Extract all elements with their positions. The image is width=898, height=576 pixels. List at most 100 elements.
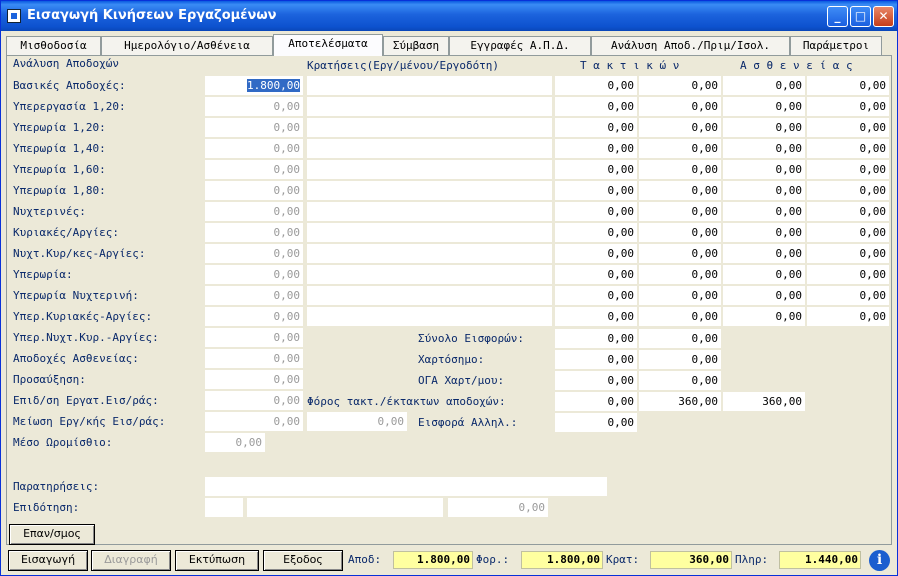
earning-amount-input[interactable]: 0,00	[205, 265, 303, 284]
deduction-description-field[interactable]	[307, 244, 552, 263]
recalculate-button[interactable]: Επαν/σμος	[9, 524, 95, 545]
deduction-amount-field[interactable]: 0,00	[723, 139, 805, 158]
earning-amount-input[interactable]: 0,00	[205, 328, 303, 347]
deduction-amount-field[interactable]: 0,00	[639, 181, 721, 200]
subsidy-description-input[interactable]	[247, 498, 443, 517]
deduction-amount-field[interactable]: 0,00	[807, 223, 889, 242]
stamp-regular[interactable]: 0,00	[555, 350, 637, 369]
deduction-amount-field[interactable]: 0,00	[639, 139, 721, 158]
close-button[interactable]: ✕	[873, 6, 894, 27]
print-button[interactable]: Εκτύπωση	[175, 550, 259, 571]
delete-button[interactable]: Διαγραφή	[91, 550, 171, 571]
earning-amount-input[interactable]: 0,00	[205, 118, 303, 137]
deduction-description-field[interactable]	[307, 160, 552, 179]
deduction-description-field[interactable]	[307, 286, 552, 305]
tab-calendar[interactable]: Ημερολόγιο/Ασθένεια	[101, 36, 273, 55]
earning-amount-input[interactable]: 0,00	[205, 391, 303, 410]
deduction-amount-field[interactable]: 0,00	[807, 118, 889, 137]
deduction-amount-field[interactable]: 0,00	[555, 244, 637, 263]
tab-payroll[interactable]: Μισθοδοσία	[6, 36, 101, 55]
earning-amount-input[interactable]: 0,00	[205, 370, 303, 389]
deduction-amount-field[interactable]: 0,00	[807, 97, 889, 116]
deduction-amount-field[interactable]: 0,00	[723, 223, 805, 242]
tab-parameters[interactable]: Παράμετροι	[790, 36, 882, 55]
title-bar[interactable]: Εισαγωγή Κινήσεων Εργαζομένων _ □ ✕	[1, 1, 897, 31]
tax-regular[interactable]: 0,00	[555, 392, 637, 411]
earning-amount-input[interactable]: 0,00	[205, 433, 265, 452]
deduction-amount-field[interactable]: 0,00	[807, 139, 889, 158]
deduction-amount-field[interactable]: 0,00	[639, 202, 721, 221]
tax-total[interactable]: 360,00	[723, 392, 805, 411]
deduction-description-field[interactable]	[307, 307, 552, 326]
stamp-sick[interactable]: 0,00	[639, 350, 721, 369]
tab-results[interactable]: Αποτελέσματα	[273, 34, 383, 56]
deduction-amount-field[interactable]: 0,00	[723, 244, 805, 263]
deduction-amount-field[interactable]: 0,00	[723, 97, 805, 116]
deduction-amount-field[interactable]: 0,00	[807, 244, 889, 263]
deduction-amount-field[interactable]: 0,00	[555, 97, 637, 116]
deduction-amount-field[interactable]: 0,00	[639, 286, 721, 305]
deduction-amount-field[interactable]: 0,00	[639, 160, 721, 179]
exit-button[interactable]: Εξοδος	[263, 550, 343, 571]
deduction-amount-field[interactable]: 0,00	[807, 160, 889, 179]
deduction-amount-field[interactable]: 0,00	[639, 223, 721, 242]
deduction-description-field[interactable]	[307, 223, 552, 242]
deduction-amount-field[interactable]: 0,00	[723, 181, 805, 200]
reduction-extra-field[interactable]: 0,00	[307, 412, 407, 431]
tax-extra[interactable]: 360,00	[639, 392, 721, 411]
deduction-description-field[interactable]	[307, 139, 552, 158]
tab-contract[interactable]: Σύμβαση	[383, 36, 449, 55]
tab-apd-records[interactable]: Εγγραφές Α.Π.Δ.	[449, 36, 591, 55]
remarks-input[interactable]	[205, 477, 607, 496]
deduction-amount-field[interactable]: 0,00	[555, 223, 637, 242]
deduction-description-field[interactable]	[307, 181, 552, 200]
tab-analysis[interactable]: Ανάλυση Αποδ./Πριμ/Ισολ.	[591, 36, 790, 55]
subsidy-amount-input[interactable]: 0,00	[448, 498, 548, 517]
deduction-amount-field[interactable]: 0,00	[723, 202, 805, 221]
deduction-amount-field[interactable]: 0,00	[555, 181, 637, 200]
earning-amount-input[interactable]: 0,00	[205, 223, 303, 242]
deduction-amount-field[interactable]: 0,00	[639, 265, 721, 284]
earning-amount-input[interactable]: 0,00	[205, 244, 303, 263]
oga-regular[interactable]: 0,00	[555, 371, 637, 390]
deduction-amount-field[interactable]: 0,00	[555, 265, 637, 284]
deduction-amount-field[interactable]: 0,00	[639, 118, 721, 137]
earning-amount-input[interactable]: 0,00	[205, 286, 303, 305]
deduction-description-field[interactable]	[307, 76, 552, 95]
deduction-amount-field[interactable]: 0,00	[807, 286, 889, 305]
solidarity-value[interactable]: 0,00	[555, 413, 637, 432]
subsidy-code-input[interactable]	[205, 498, 243, 517]
deduction-amount-field[interactable]: 0,00	[723, 265, 805, 284]
earning-amount-input[interactable]: 0,00	[205, 160, 303, 179]
deduction-description-field[interactable]	[307, 118, 552, 137]
earning-amount-input[interactable]: 0,00	[205, 349, 303, 368]
deduction-amount-field[interactable]: 0,00	[555, 139, 637, 158]
deduction-amount-field[interactable]: 0,00	[807, 76, 889, 95]
deduction-amount-field[interactable]: 0,00	[555, 160, 637, 179]
deduction-amount-field[interactable]: 0,00	[723, 286, 805, 305]
deduction-amount-field[interactable]: 0,00	[723, 160, 805, 179]
deduction-amount-field[interactable]: 0,00	[555, 76, 637, 95]
deduction-amount-field[interactable]: 0,00	[639, 97, 721, 116]
oga-sick[interactable]: 0,00	[639, 371, 721, 390]
earning-amount-input[interactable]: 0,00	[205, 412, 303, 431]
deduction-amount-field[interactable]: 0,00	[807, 181, 889, 200]
deduction-description-field[interactable]	[307, 265, 552, 284]
earning-amount-input[interactable]: 0,00	[205, 202, 303, 221]
deduction-amount-field[interactable]: 0,00	[723, 118, 805, 137]
deduction-description-field[interactable]	[307, 97, 552, 116]
deduction-amount-field[interactable]: 0,00	[555, 118, 637, 137]
earning-amount-input[interactable]: 0,00	[205, 307, 303, 326]
minimize-button[interactable]: _	[827, 6, 848, 27]
deduction-description-field[interactable]	[307, 202, 552, 221]
contrib-total-sick[interactable]: 0,00	[639, 329, 721, 348]
maximize-button[interactable]: □	[850, 6, 871, 27]
deduction-amount-field[interactable]: 0,00	[639, 307, 721, 326]
deduction-amount-field[interactable]: 0,00	[807, 265, 889, 284]
deduction-amount-field[interactable]: 0,00	[807, 202, 889, 221]
deduction-amount-field[interactable]: 0,00	[807, 307, 889, 326]
earning-amount-input[interactable]: 0,00	[205, 97, 303, 116]
deduction-amount-field[interactable]: 0,00	[723, 76, 805, 95]
deduction-amount-field[interactable]: 0,00	[555, 202, 637, 221]
deduction-amount-field[interactable]: 0,00	[555, 307, 637, 326]
